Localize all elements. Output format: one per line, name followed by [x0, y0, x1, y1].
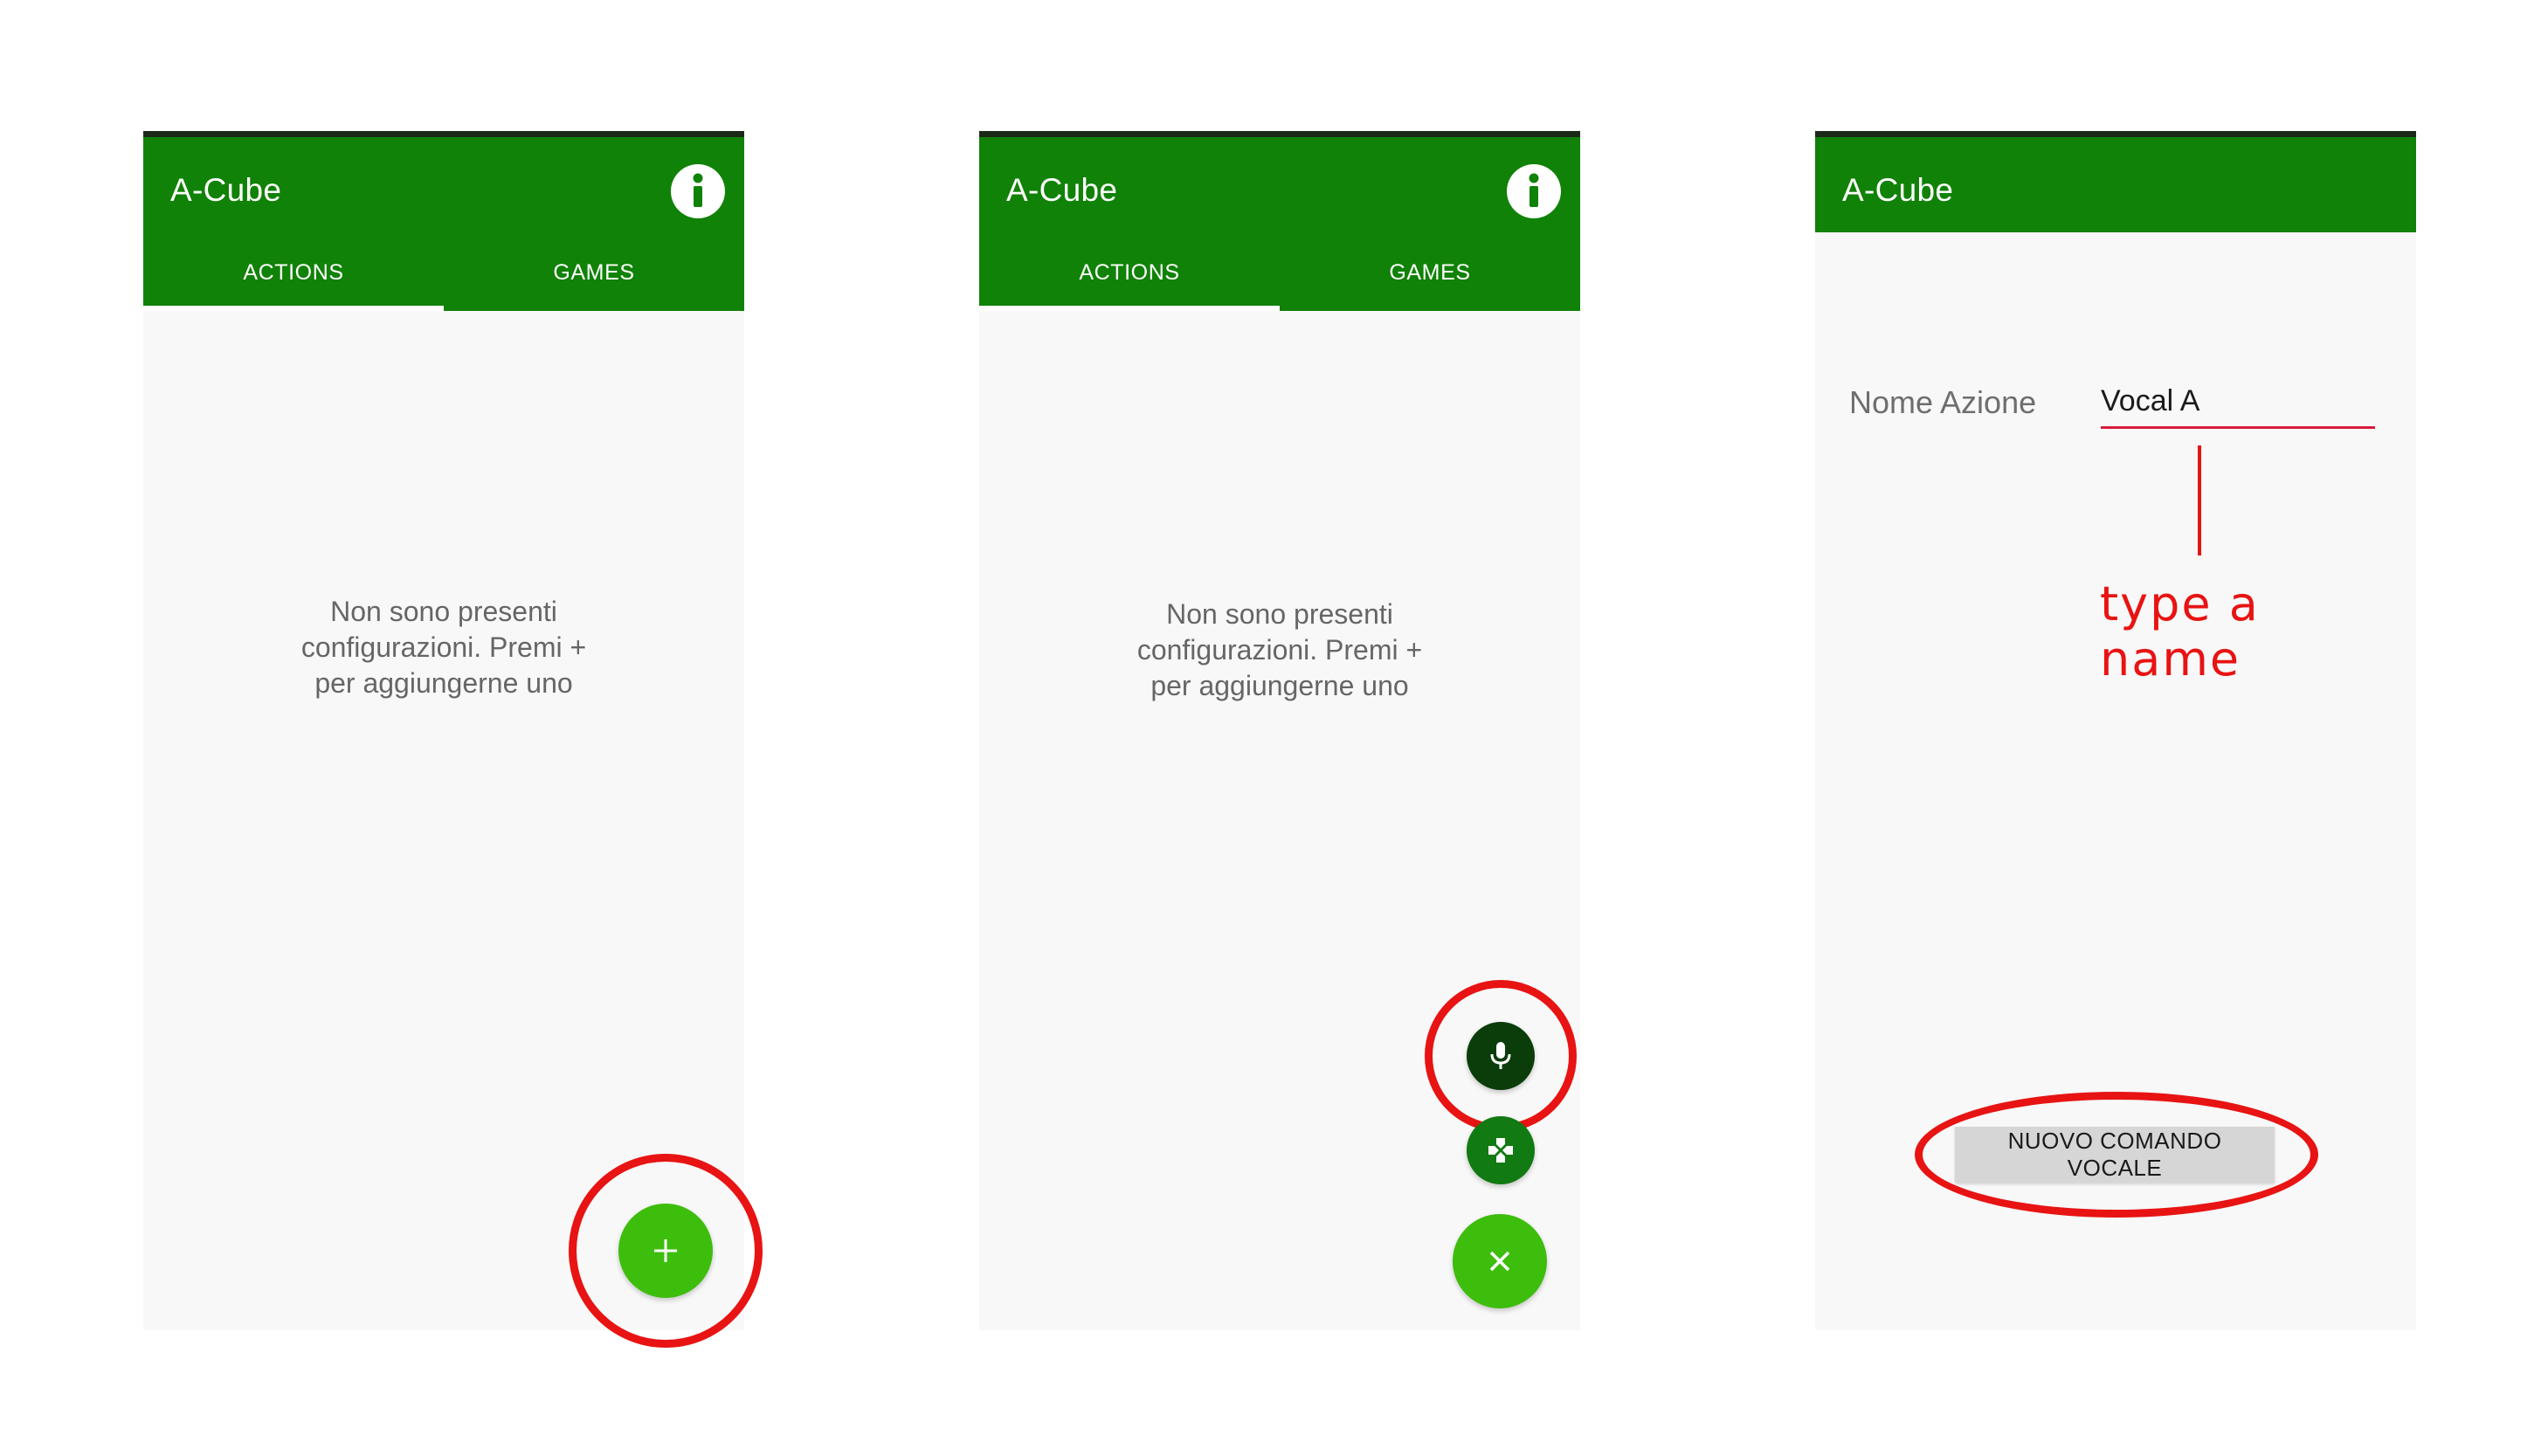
annotation-text: type a name	[2100, 576, 2260, 687]
app-bar: A-Cube ACTIONS GAMES	[143, 131, 744, 311]
voice-action-fab[interactable]	[1467, 1022, 1535, 1090]
plus-icon	[654, 1239, 677, 1262]
new-voice-command-button[interactable]: NUOVO COMANDO VOCALE	[1955, 1127, 2275, 1183]
tab-bar: ACTIONS GAMES	[143, 234, 744, 311]
annotation-pointer-line	[2198, 445, 2201, 555]
tab-bar: ACTIONS GAMES	[979, 234, 1580, 311]
screen-fab-menu-open: A-Cube ACTIONS GAMES Non sono presenti c…	[979, 131, 1580, 1330]
screen-empty-list: A-Cube ACTIONS GAMES Non sono presenti c…	[143, 131, 763, 1348]
info-icon	[693, 173, 703, 207]
empty-state-message: Non sono presenti configurazioni. Premi …	[300, 596, 587, 699]
add-fab-button[interactable]	[618, 1204, 713, 1298]
tab-games[interactable]: GAMES	[444, 234, 744, 311]
close-icon	[1489, 1251, 1510, 1272]
app-title: A-Cube	[1006, 172, 1118, 208]
action-name-label: Nome Azione	[1849, 384, 2037, 420]
app-bar: A-Cube ACTIONS GAMES	[979, 131, 1580, 311]
tab-games-label: GAMES	[1389, 259, 1471, 285]
tab-actions-label: ACTIONS	[1079, 259, 1180, 285]
tab-actions[interactable]: ACTIONS	[979, 234, 1280, 311]
app-bar: A-Cube	[1815, 131, 2416, 232]
app-title: A-Cube	[1842, 172, 1954, 208]
screen-new-action-form: A-Cube Nome Azione type a name NUOVO COM…	[1815, 131, 2416, 1330]
game-action-fab[interactable]	[1467, 1116, 1535, 1184]
action-name-input[interactable]	[2101, 376, 2375, 429]
empty-state-message: Non sono presenti configurazioni. Premi …	[1136, 598, 1423, 701]
tab-games[interactable]: GAMES	[1280, 234, 1580, 311]
info-button[interactable]	[1507, 164, 1561, 218]
info-icon	[1529, 173, 1539, 207]
tab-games-label: GAMES	[553, 259, 635, 285]
info-button[interactable]	[671, 164, 725, 218]
tab-actions-label: ACTIONS	[243, 259, 344, 285]
gamepad-icon	[1488, 1138, 1513, 1163]
microphone-icon	[1490, 1042, 1511, 1069]
close-fab-button[interactable]	[1453, 1214, 1547, 1308]
tab-actions[interactable]: ACTIONS	[143, 234, 444, 311]
app-title: A-Cube	[170, 172, 282, 208]
